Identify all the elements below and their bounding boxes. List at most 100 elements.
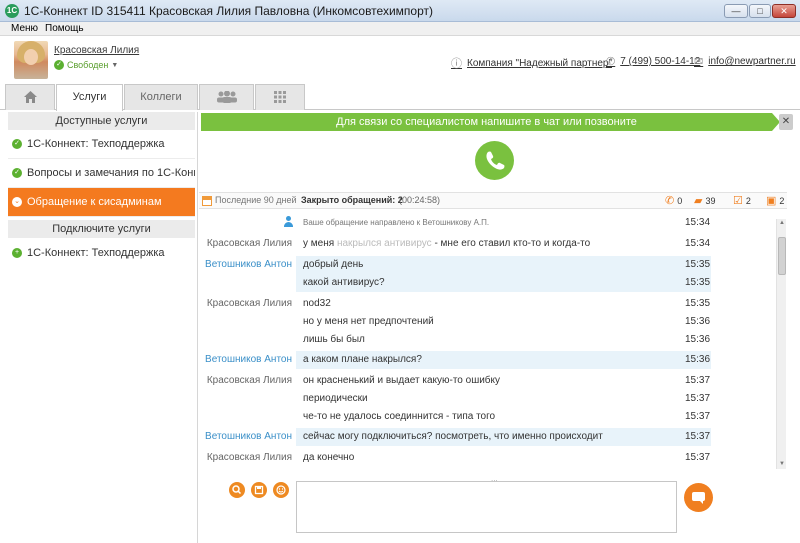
tab-services[interactable]: Услуги [56,84,123,111]
phone-icon [486,151,505,170]
chat-row: периодически 15:37 [199,390,775,408]
scroll-down-arrow-icon[interactable]: ▼ [778,460,786,469]
minimize-button[interactable]: — [724,4,748,18]
chat-row: Красовская Лилия у меня накрылся антивир… [199,235,775,253]
connect-item-support[interactable]: + 1С-Коннект: Техподдержка [8,238,195,267]
plus-icon: + [12,247,22,258]
avatar[interactable] [14,41,48,79]
message-time: 15:34 [685,238,711,249]
chat-scrollbar[interactable]: ▲ ▼ [776,219,786,469]
message-time: 15:37 [685,452,711,463]
message-text: он красненький и выдает какую-то ошибку [303,375,501,386]
message-time: 15:37 [685,431,711,442]
file-icon: ▣ [766,195,777,207]
service-label: 1С-Коннект: Техподдержка [27,138,165,150]
check-icon: ✓ [12,168,22,178]
message-text: какой антивирус? [303,277,385,288]
message-sender: Красовская Лилия [206,375,292,386]
tasks-count: 2 [745,195,751,206]
message-time: 15:37 [685,393,711,404]
menu-item-menu[interactable]: Меню [11,23,38,34]
group-icon [216,90,237,103]
closed-count: Закрыто обращений: 2 [301,195,403,205]
message-text: да конечно [303,452,355,463]
messages-count: 39 [705,195,716,206]
save-button[interactable] [251,482,267,498]
connect-services-header: Подключите услуги [8,220,195,238]
tasks-counter[interactable]: ☑ 2 [733,194,751,207]
message-sender: Красовская Лилия [206,452,292,463]
scroll-thumb[interactable] [778,237,786,275]
phone-icon: ✆ [606,56,616,68]
chat-row: Красовская Лилия он красненький и выдает… [199,372,775,390]
closed-duration: (00:24:58) [399,195,441,205]
message-sender[interactable]: Ветошников Антон [199,431,292,442]
menu-bar: Меню Помощь [0,22,800,36]
tab-colleagues[interactable]: Коллеги [124,84,198,110]
message-sender[interactable]: Ветошников Антон [199,259,292,270]
menu-item-help[interactable]: Помощь [45,23,84,34]
message-sender[interactable]: Ветошников Антон [199,354,292,365]
task-check-icon: ☑ [733,195,743,207]
message-text: добрый день [303,259,364,270]
messages-counter[interactable]: ▰ 39 [694,194,715,207]
service-item-support[interactable]: ✓ 1С-Коннект: Техподдержка [8,130,195,159]
grid-icon [274,91,286,103]
scroll-up-arrow-icon[interactable]: ▲ [778,219,786,228]
tab-home[interactable] [5,84,55,110]
service-label: 1С-Коннект: Техподдержка [27,246,165,259]
message-time: 15:36 [685,316,711,327]
message-time: 15:37 [685,375,711,386]
status-label: Свободен [67,60,109,70]
call-button[interactable] [475,141,514,180]
emoji-button[interactable] [273,482,289,498]
title-bar: 1С 1С-Коннект ID 315411 Красовская Лилия… [0,0,800,22]
app-logo-icon: 1С [5,4,19,18]
files-counter[interactable]: ▣ 2 [766,194,784,207]
check-icon: ✓ [12,139,22,149]
message-text: че-то не удалось соединнится - типа того [303,411,496,422]
chat-log[interactable]: Ваше обращение направлено к Ветошникову … [199,211,775,469]
company-label: Компания "Надежный партнер" [467,57,613,69]
service-label: Вопросы и замечания по 1С-Коннект [27,167,195,179]
calls-counter[interactable]: ✆ 0 [665,194,682,207]
message-input[interactable] [296,481,677,533]
system-message: Ваше обращение направлено к Ветошникову … [303,218,490,227]
user-name-link[interactable]: Красовская Лилия [54,45,139,56]
company-link[interactable]: ⓘ Компания "Надежный партнер" [451,55,612,71]
message-sender: Красовская Лилия [206,238,292,249]
history-stats-bar: Последние 90 дней Закрыто обращений: 2 (… [199,192,787,209]
panel-splitter[interactable] [197,112,198,543]
chat-row: Красовская Лилия да конечно 15:37 [199,449,775,467]
message-text: а каком плане накрылся? [303,354,422,365]
contact-banner: Для связи со специалистом напишите в чат… [201,113,772,131]
chat-row: Ветошников Антон сейчас могу подключитьс… [199,428,775,446]
message-time: 15:36 [685,354,711,365]
smile-icon [276,485,286,495]
chat-bubbles-icon: ▰ [694,195,703,207]
chevron-down-icon: ⌄ [12,197,22,207]
email-link[interactable]: ✉ info@newpartner.ru [694,55,796,68]
calendar-icon[interactable] [202,196,212,206]
message-time: 15:35 [685,298,711,309]
message-text: у меня накрылся антивирус - мне его став… [303,238,590,249]
tab-groups[interactable] [199,84,254,110]
blurred-text: накрылся антивирус [336,238,432,249]
chat-row: че-то не удалось соединнится - типа того… [199,408,775,426]
service-item-feedback[interactable]: ✓ Вопросы и замечания по 1С-Коннект [8,159,195,188]
banner-close-button[interactable]: ✕ [779,114,793,130]
chevron-down-icon: ▼ [111,61,119,69]
maximize-button[interactable]: □ [749,4,771,18]
email-label: info@newpartner.ru [708,56,796,67]
phone-link[interactable]: ✆ 7 (499) 500-14-12 [606,55,700,68]
user-icon [284,216,293,228]
window-title: 1С-Коннект ID 315411 Красовская Лилия Па… [24,4,433,18]
service-label: Обращение к сисадминам [27,196,162,208]
service-item-sysadmin[interactable]: ⌄ Обращение к сисадминам [8,188,195,217]
close-button[interactable]: ✕ [772,4,796,18]
tab-grid[interactable] [255,84,305,110]
send-message-button[interactable] [684,483,713,512]
period-filter[interactable]: Последние 90 дней [215,195,297,205]
status-dropdown[interactable]: ✓ Свободен ▼ [54,60,118,70]
search-button[interactable] [229,482,245,498]
